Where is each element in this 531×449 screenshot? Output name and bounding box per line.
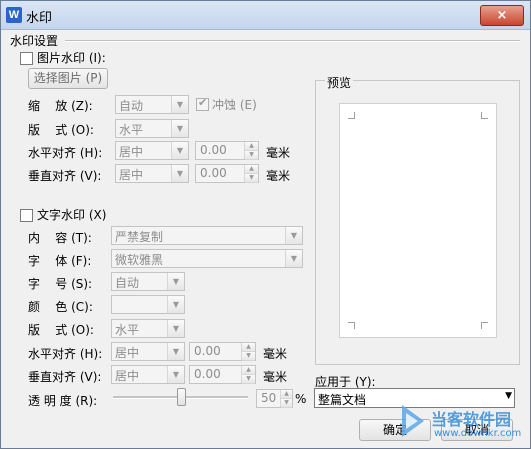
picture-halign-unit: 毫米 xyxy=(266,146,291,160)
site-name: 当客软件园 xyxy=(431,410,512,429)
window-title: 水印 xyxy=(26,11,53,26)
text-halign-label: 水平对齐 (H): xyxy=(28,347,103,361)
spin-down-icon[interactable]: ▼ xyxy=(281,399,292,408)
select-picture-button[interactable]: 选择图片 (P) xyxy=(28,68,108,89)
picture-halign-label: 水平对齐 (H): xyxy=(28,146,103,160)
text-watermark-checkbox[interactable] xyxy=(20,209,33,222)
spin-down-icon[interactable]: ▼ xyxy=(245,151,258,160)
wps-writer-icon: W xyxy=(6,7,22,23)
chevron-down-icon: ▼ xyxy=(171,96,188,113)
preview-title: 预览 xyxy=(325,74,354,91)
chevron-down-icon: ▼ xyxy=(167,273,184,290)
washout-checkbox[interactable]: ✔ xyxy=(196,96,209,111)
site-url: www.downkr.com xyxy=(434,428,522,439)
picture-halign-offset[interactable]: 0.00 ▲ ▼ xyxy=(195,141,259,160)
chevron-down-icon: ▼ xyxy=(167,296,184,313)
group-divider xyxy=(65,40,520,42)
text-layout-select[interactable]: 水平 ▼ xyxy=(111,319,185,338)
chevron-down-icon: ▼ xyxy=(285,227,302,244)
spin-up-icon[interactable]: ▲ xyxy=(242,343,255,352)
text-valign-offset[interactable]: 0.00 ▲ ▼ xyxy=(189,365,256,384)
spin-up-icon[interactable]: ▲ xyxy=(281,390,292,399)
chevron-down-icon: ▼ xyxy=(171,142,188,159)
spin-up-icon[interactable]: ▲ xyxy=(245,142,258,151)
content-label: 内 容 (T): xyxy=(28,231,92,245)
spin-down-icon[interactable]: ▼ xyxy=(242,375,255,384)
picture-watermark-label: 图片水印 (I): xyxy=(37,51,106,65)
transparency-unit: % xyxy=(295,392,307,406)
watermark-dialog: W 水印 × 水印设置 图片水印 (I): 选择图片 (P) 缩 放 (Z): … xyxy=(0,0,531,449)
transparency-label: 透 明 度 (R): xyxy=(28,394,98,408)
text-valign-unit: 毫米 xyxy=(263,370,288,384)
picture-watermark-checkbox[interactable] xyxy=(20,52,33,65)
text-watermark-label: 文字水印 (X) xyxy=(37,208,107,222)
spin-down-icon[interactable]: ▼ xyxy=(242,352,255,361)
picture-valign-unit: 毫米 xyxy=(266,169,291,183)
chevron-down-icon: ▼ xyxy=(167,320,184,337)
picture-valign-label: 垂直对齐 (V): xyxy=(28,169,102,183)
text-valign-select[interactable]: 居中 ▼ xyxy=(111,365,185,384)
spin-down-icon[interactable]: ▼ xyxy=(245,174,258,183)
corner-mark-bottom-left xyxy=(348,322,355,329)
font-label: 字 体 (F): xyxy=(28,254,92,268)
picture-valign-offset[interactable]: 0.00 ▲ ▼ xyxy=(195,164,259,183)
washout-label: 冲蚀 (E) xyxy=(212,98,257,112)
transparency-input[interactable]: 50 ▲ ▼ xyxy=(256,389,293,408)
chevron-down-icon: ▼ xyxy=(505,391,512,401)
picture-halign-select[interactable]: 居中 ▼ xyxy=(115,141,189,160)
transparency-slider-thumb[interactable] xyxy=(176,388,186,406)
spin-up-icon[interactable]: ▲ xyxy=(245,165,258,174)
size-label: 字 号 (S): xyxy=(28,277,93,291)
title-bar: W 水印 × xyxy=(1,1,530,30)
chevron-down-icon: ▼ xyxy=(285,250,302,267)
corner-mark-top-right xyxy=(481,112,488,119)
corner-mark-top-left xyxy=(348,112,355,119)
picture-valign-select[interactable]: 居中 ▼ xyxy=(115,164,189,183)
check-icon: ✔ xyxy=(198,96,208,109)
preview-page xyxy=(339,103,497,338)
picture-layout-select[interactable]: 水平 ▼ xyxy=(115,119,189,138)
spin-up-icon[interactable]: ▲ xyxy=(242,366,255,375)
text-halign-select[interactable]: 居中 ▼ xyxy=(111,342,185,361)
close-button[interactable]: × xyxy=(480,5,524,26)
scale-label: 缩 放 (Z): xyxy=(28,99,93,113)
font-select[interactable]: 微软雅黑 ▼ xyxy=(111,249,303,268)
chevron-down-icon: ▼ xyxy=(167,366,184,383)
chevron-down-icon: ▼ xyxy=(167,343,184,360)
color-label: 颜 色 (C): xyxy=(28,300,93,314)
site-logo-icon xyxy=(396,401,428,441)
size-select[interactable]: 自动 ▼ xyxy=(111,272,185,291)
color-select[interactable]: ▼ xyxy=(111,295,185,314)
text-halign-unit: 毫米 xyxy=(263,347,288,361)
group-title: 水印设置 xyxy=(10,34,59,48)
scale-select[interactable]: 自动 ▼ xyxy=(115,95,189,114)
chevron-down-icon: ▼ xyxy=(171,165,188,182)
corner-mark-bottom-right xyxy=(481,322,488,329)
text-valign-label: 垂直对齐 (V): xyxy=(28,370,102,384)
content-select[interactable]: 严禁复制 ▼ xyxy=(111,226,303,245)
picture-layout-label: 版 式 (O): xyxy=(28,123,94,137)
text-layout-label: 版 式 (O): xyxy=(28,323,94,337)
chevron-down-icon: ▼ xyxy=(171,120,188,137)
text-halign-offset[interactable]: 0.00 ▲ ▼ xyxy=(189,342,256,361)
